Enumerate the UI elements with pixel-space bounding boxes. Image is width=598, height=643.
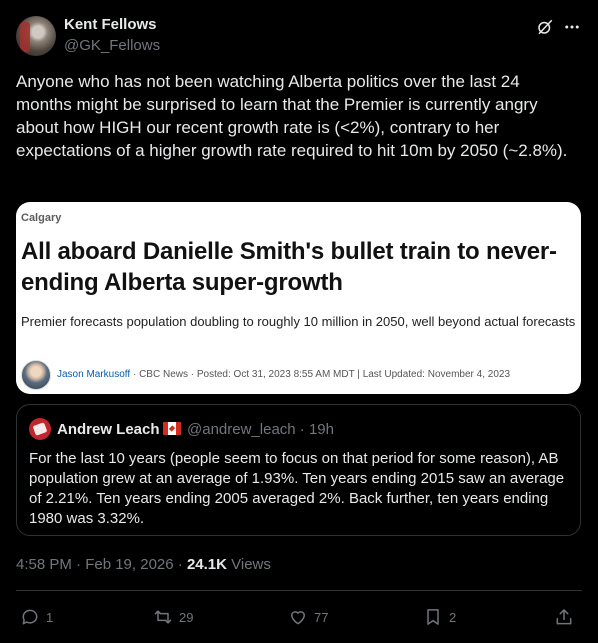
bookmark-count: 2	[449, 609, 457, 625]
share-button[interactable]	[554, 603, 580, 631]
post-text: Anyone who has not been watching Alberta…	[16, 72, 568, 160]
post-header: Kent Fellows @GK_Fellows	[16, 12, 582, 60]
share-icon	[556, 609, 572, 625]
divider	[16, 590, 582, 591]
byline-author-photo	[21, 360, 51, 390]
author-name[interactable]: Kent Fellows	[64, 16, 157, 33]
bookmark-icon	[427, 609, 439, 625]
post-timestamp[interactable]: 4:58 PM · Feb 19, 2026 ·	[16, 556, 187, 573]
more-options-icon[interactable]	[562, 18, 582, 36]
card-headline: All aboard Danielle Smith's bullet train…	[21, 238, 557, 296]
views-label: Views	[226, 556, 271, 573]
byline-author-link: Jason Markusoff	[57, 369, 131, 380]
link-preview-card[interactable]: Calgary All aboard Danielle Smith's bull…	[16, 202, 581, 394]
bookmark-button[interactable]: 2	[423, 603, 456, 631]
grok-icon[interactable]	[536, 18, 554, 36]
card-byline: Jason Markusoff · CBC News · Posted: Oct…	[21, 360, 576, 390]
like-button[interactable]: 77	[288, 603, 328, 631]
quoted-author-avatar	[29, 418, 51, 440]
quoted-post[interactable]: Andrew Leach @andrew_leach · 19h For the…	[16, 404, 581, 536]
repost-icon	[154, 610, 172, 624]
action-bar: 1 29 77 2	[16, 603, 582, 631]
byline-text: Jason Markusoff · CBC News · Posted: Oct…	[57, 369, 510, 380]
quoted-author-handle: @andrew_leach · 19h	[187, 421, 334, 438]
heart-icon	[291, 611, 305, 625]
author-handle[interactable]: @GK_Fellows	[64, 37, 160, 54]
quoted-post-text: For the last 10 years (people seem to fo…	[29, 450, 565, 527]
repost-count: 29	[179, 609, 194, 625]
like-count: 77	[314, 609, 329, 625]
repost-button[interactable]: 29	[153, 603, 193, 631]
author-avatar[interactable]	[16, 16, 56, 56]
canada-flag-icon	[163, 422, 181, 435]
reply-icon	[22, 609, 38, 625]
views-count: 24.1K	[186, 556, 227, 573]
byline-details: · CBC News · Posted: Oct 31, 2023 8:55 A…	[130, 369, 511, 380]
card-deck: Premier forecasts population doubling to…	[21, 314, 576, 329]
post-meta: 4:58 PM · Feb 19, 2026 · 24.1K Views	[16, 556, 271, 573]
reply-count: 1	[46, 609, 54, 625]
card-section-label: Calgary	[21, 212, 62, 224]
quoted-author-name: Andrew Leach	[57, 421, 160, 438]
reply-button[interactable]: 1	[20, 603, 53, 631]
